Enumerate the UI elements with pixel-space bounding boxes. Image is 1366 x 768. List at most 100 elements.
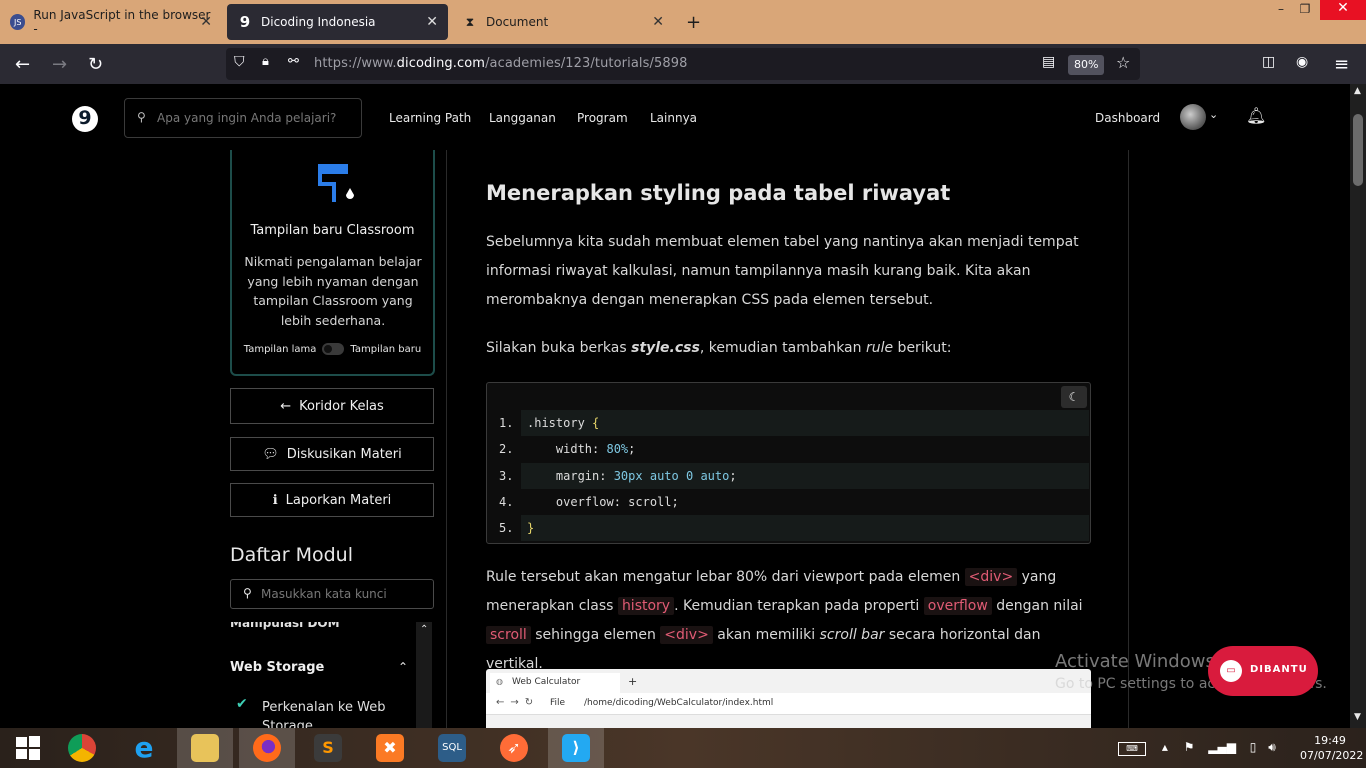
example-screenshot: Web Calculator ◍ + ←→↻ File /home/dicodi… xyxy=(486,669,1091,728)
module-item-perkenalan[interactable]: Perkenalan ke Web Storage xyxy=(262,698,412,728)
dicoding-logo[interactable]: 9 xyxy=(72,106,98,132)
forward-icon[interactable]: → xyxy=(52,54,67,75)
firefox-taskbar-button[interactable] xyxy=(239,728,295,768)
inline-code: <div> xyxy=(964,568,1018,586)
rule-term: rule xyxy=(865,340,894,356)
chevron-up-icon[interactable]: ⌃ xyxy=(420,624,428,635)
menu-lainnya[interactable]: Lainnya xyxy=(650,111,697,125)
search-icon: ⚲ xyxy=(243,586,252,600)
explorer-taskbar-button[interactable] xyxy=(177,728,233,768)
battery-icon[interactable]: ▯ xyxy=(1250,740,1257,754)
zoom-level[interactable]: 80% xyxy=(1068,55,1105,75)
moon-icon[interactable]: ☾ xyxy=(1061,386,1087,408)
lock-icon[interactable]: 🔒︎ xyxy=(262,54,269,69)
tab-document[interactable]: ⧗ Document ✕ xyxy=(452,4,674,40)
line-number: 5. xyxy=(499,521,514,535)
js-icon: JS xyxy=(10,14,26,30)
reader-view-icon[interactable]: ▤ xyxy=(1042,54,1055,70)
scrollbar-thumb[interactable] xyxy=(1353,114,1363,186)
laporkan-materi-button[interactable]: ℹ Laporkan Materi xyxy=(230,483,434,517)
site-search-input[interactable]: ⚲ Apa yang ingin Anda pelajari? xyxy=(124,98,362,138)
dashboard-link[interactable]: Dashboard xyxy=(1095,111,1160,125)
koridor-kelas-button[interactable]: ← Koridor Kelas xyxy=(230,388,434,424)
sublime-taskbar-button[interactable]: S xyxy=(300,728,356,768)
postman-taskbar-button[interactable]: ➶ xyxy=(486,728,542,768)
menu-icon[interactable]: ≡ xyxy=(1334,54,1349,75)
tray-expand-icon[interactable]: ▴ xyxy=(1162,740,1168,754)
bell-icon[interactable]: 🔔︎ xyxy=(1246,106,1266,125)
xampp-taskbar-button[interactable]: ✖ xyxy=(362,728,418,768)
activate-windows-title: Activate Windows xyxy=(1055,651,1215,672)
pocket-icon[interactable]: ◫ xyxy=(1262,54,1275,70)
text: , kemudian tambahkan xyxy=(699,340,866,356)
new-tab-button[interactable]: + xyxy=(686,12,701,33)
chat-bubble-icon: 💬︎ xyxy=(262,446,279,462)
info-icon: ℹ xyxy=(272,492,278,508)
screenshot-url: /home/dicoding/WebCalculator/index.html xyxy=(584,698,774,708)
module-list: Manipulasi DOM ⌃ Web Storage ⌃ ✔ Perkena… xyxy=(230,622,434,728)
module-item-manipulasi-dom[interactable]: Manipulasi DOM xyxy=(230,622,340,630)
chevron-down-icon[interactable]: ⌄ xyxy=(1209,108,1218,121)
menu-langganan[interactable]: Langganan xyxy=(489,111,556,125)
text: Rule tersebut akan mengatur lebar 80% da… xyxy=(486,569,965,585)
keyboard-icon[interactable]: ⌨ xyxy=(1118,742,1146,756)
scroll-bar-term: scroll bar xyxy=(819,627,885,643)
url-text[interactable]: https://www.dicoding.com/academies/123/t… xyxy=(314,56,687,71)
line-number: 3. xyxy=(499,469,514,483)
mysql-taskbar-button[interactable]: SQL xyxy=(424,728,480,768)
chat-icon: ▭ xyxy=(1220,660,1242,682)
text: dengan nilai xyxy=(991,598,1083,614)
windows-start-button[interactable] xyxy=(0,728,56,768)
extension-icon[interactable]: ◉ xyxy=(1296,54,1308,70)
scroll-down-icon[interactable]: ▼ xyxy=(1354,712,1361,722)
url-bar[interactable]: ⛉ 🔒︎ ⚯ https://www.dicoding.com/academie… xyxy=(226,48,1140,80)
classroom-card: Tampilan baru Classroom Nikmati pengalam… xyxy=(230,150,435,376)
back-icon[interactable]: ← xyxy=(15,54,30,75)
module-section-web-storage[interactable]: Web Storage xyxy=(230,660,324,675)
paragraph-explanation: Rule tersebut akan mengatur lebar 80% da… xyxy=(486,563,1096,679)
close-icon[interactable]: ✕ xyxy=(426,14,438,30)
avatar[interactable] xyxy=(1180,104,1206,130)
taskbar-clock[interactable]: 19:49 07/07/2022 xyxy=(1300,733,1363,763)
close-icon[interactable]: ✕ xyxy=(200,14,212,30)
paragraph-intro: Sebelumnya kita sudah membuat elemen tab… xyxy=(486,234,1079,308)
classroom-toggle[interactable]: Tampilan lama Tampilan baru xyxy=(232,343,433,355)
screenshot-nav-icons: ←→↻ xyxy=(496,697,540,708)
close-window-button[interactable]: ✕ xyxy=(1320,0,1366,20)
page-scrollbar[interactable]: ▲ ▼ xyxy=(1350,84,1366,728)
shield-icon[interactable]: ⛉ xyxy=(234,54,245,70)
tab-run-javascript[interactable]: JS Run JavaScript in the browser - ✕ xyxy=(0,4,222,40)
paint-roller-icon xyxy=(318,164,354,202)
module-list-scrollbar[interactable]: ⌃ xyxy=(416,622,432,728)
close-icon[interactable]: ✕ xyxy=(652,14,664,30)
network-icon[interactable]: ⚑ xyxy=(1184,740,1195,754)
code-line: } xyxy=(521,515,1089,541)
ie-taskbar-button[interactable]: e xyxy=(116,728,172,768)
module-search-input[interactable]: ⚲ Masukkan kata kunci xyxy=(230,579,434,609)
menu-program[interactable]: Program xyxy=(577,111,628,125)
diskusikan-materi-button[interactable]: 💬︎ Diskusikan Materi xyxy=(230,437,434,471)
toggle-old-label: Tampilan lama xyxy=(243,344,317,355)
chevron-up-icon[interactable]: ⌃ xyxy=(398,660,408,674)
maximize-button[interactable]: ❐ xyxy=(1290,2,1320,22)
plus-icon: + xyxy=(628,675,638,688)
scroll-up-icon[interactable]: ▲ xyxy=(1354,86,1361,96)
signal-icon[interactable]: ▂▄▆ xyxy=(1208,740,1236,754)
view-toggle-switch[interactable] xyxy=(322,343,345,355)
dibantu-chat-button[interactable]: ▭ DIBANTU xyxy=(1208,646,1318,696)
chrome-taskbar-button[interactable] xyxy=(54,728,110,768)
tab-label: Run JavaScript in the browser - xyxy=(33,8,211,36)
menu-learning-path[interactable]: Learning Path xyxy=(389,111,471,125)
tab-dicoding[interactable]: 9 Dicoding Indonesia ✕ xyxy=(227,4,448,40)
vscode-taskbar-button[interactable]: ⟩ xyxy=(548,728,604,768)
inline-code: <div> xyxy=(660,626,713,644)
tab-label: Dicoding Indonesia xyxy=(261,15,376,29)
windows-icon xyxy=(16,736,40,760)
bookmark-star-icon[interactable]: ☆ xyxy=(1116,53,1130,72)
button-label: Koridor Kelas xyxy=(299,398,384,414)
permissions-icon[interactable]: ⚯ xyxy=(288,54,299,69)
reload-icon[interactable]: ↻ xyxy=(88,54,103,75)
postman-icon: ➶ xyxy=(500,734,528,762)
text: berikut: xyxy=(893,340,952,356)
volume-icon[interactable]: 🔊︎ xyxy=(1268,740,1276,754)
